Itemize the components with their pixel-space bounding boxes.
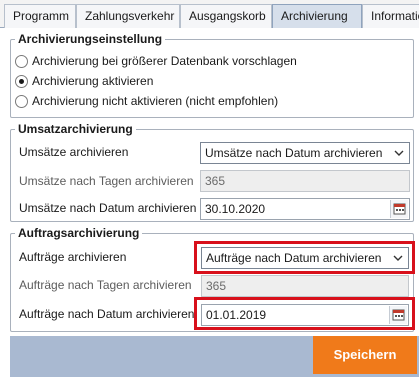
tab-bar: Programm Zahlungsverkehr Ausgangskorb Ar… [0, 0, 419, 28]
sales-date-value: 30.10.2020 [205, 202, 266, 216]
sales-days-input[interactable]: 365 [200, 170, 410, 192]
tab-ausgangskorb[interactable]: Ausgangskorb [180, 4, 272, 28]
radio-label: Archivierung nicht aktivieren (nicht emp… [32, 94, 279, 108]
sales-date-input[interactable]: 30.10.2020 [200, 198, 410, 220]
sales-mode-select[interactable]: Umsätze nach Datum archivieren [200, 142, 410, 164]
radio-label: Archivierung aktivieren [32, 74, 154, 88]
highlight-orders-mode [194, 241, 415, 274]
footer-bar: Speichern [10, 336, 419, 377]
orders-days-input[interactable]: 365 [201, 275, 409, 297]
archive-settings-title: Archivierungseinstellung [18, 32, 163, 46]
orders-date-label: Aufträge nach Datum archivieren [19, 307, 195, 321]
save-button[interactable]: Speichern [313, 336, 417, 374]
archive-settings-group: Archivierungseinstellung Archivierung be… [10, 32, 414, 118]
radio-suggest-archive[interactable]: Archivierung bei größerer Datenbank vors… [15, 52, 297, 70]
radio-button[interactable] [15, 54, 28, 68]
radio-deactivate-archive[interactable]: Archivierung nicht aktivieren (nicht emp… [15, 92, 278, 110]
tab-informationen[interactable]: Informatio [362, 4, 419, 28]
tab-programm[interactable]: Programm [4, 4, 76, 28]
sales-archive-title: Umsatzarchivierung [18, 122, 133, 136]
sales-archive-group: Umsatzarchivierung Umsätze archivieren U… [10, 122, 414, 222]
sales-mode-label: Umsätze archivieren [19, 145, 129, 159]
highlight-orders-date [194, 297, 415, 330]
archive-settings-panel: Archivierungseinstellung Archivierung be… [0, 28, 419, 336]
radio-label: Archivierung bei größerer Datenbank vors… [32, 54, 297, 68]
calendar-icon[interactable] [390, 200, 408, 218]
orders-days-label: Aufträge nach Tagen archivieren [19, 278, 192, 292]
sales-mode-value: Umsätze nach Datum archivieren [205, 146, 383, 160]
radio-activate-archive[interactable]: Archivierung aktivieren [15, 72, 153, 90]
tab-zahlungsverkehr[interactable]: Zahlungsverkehr [76, 4, 180, 28]
tab-archivierung[interactable]: Archivierung [272, 4, 362, 28]
orders-archive-title: Auftragsarchivierung [18, 226, 140, 240]
sales-date-label: Umsätze nach Datum archivieren [19, 201, 197, 215]
orders-mode-label: Aufträge archivieren [19, 250, 127, 264]
chevron-down-icon [394, 150, 404, 156]
sales-days-label: Umsätze nach Tagen archivieren [19, 174, 194, 188]
radio-button-selected[interactable] [15, 74, 28, 88]
radio-button[interactable] [15, 94, 28, 108]
